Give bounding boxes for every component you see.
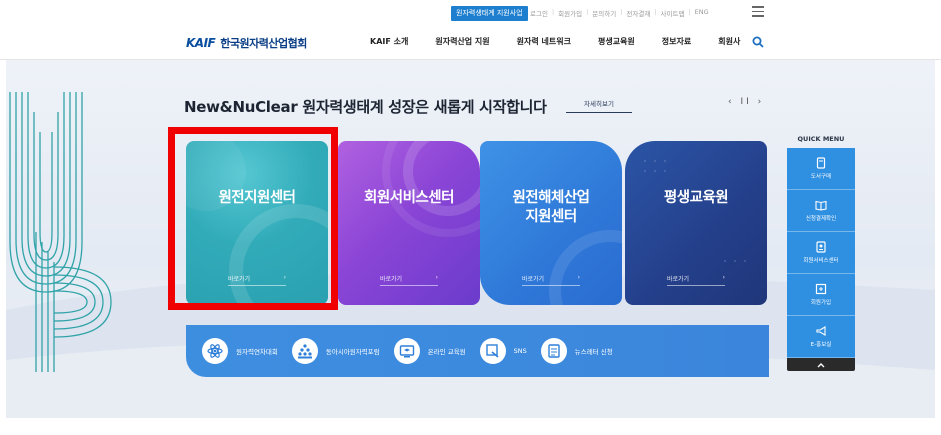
nav-item-about[interactable]: KAIF 소개 [370, 36, 408, 47]
chevron-up-icon [817, 362, 825, 367]
card-lifelong-education[interactable]: 평생교육원 바로가기 › [625, 141, 767, 305]
card-decommissioning-support-center[interactable]: 원전해체산업 지원센터 바로가기 › [480, 141, 622, 305]
card-go-link[interactable]: 바로가기 › [380, 274, 438, 286]
bar-item-annual-conference[interactable]: 원자력연차대회 [202, 338, 278, 364]
login-link[interactable]: 로그인 [530, 8, 548, 18]
bar-item-label: 동아시아원자력포럼 [325, 348, 380, 356]
nav-item-network[interactable]: 원자력 네트워크 [517, 36, 571, 47]
quick-item-member-service[interactable]: 회원서비스센터 [787, 232, 855, 274]
bar-item-label: 뉴스레터 신청 [574, 348, 613, 356]
bar-item-label: SNS [513, 347, 527, 355]
card-member-service-center[interactable]: 회원서비스센터 바로가기 › [338, 141, 480, 305]
quick-menu-title: QUICK MENU [797, 135, 845, 143]
quick-item-signup[interactable]: 회원가입 [787, 274, 855, 316]
card-title: 원전해체산업 지원센터 [512, 190, 590, 225]
hero-headline: New&NuClear 원자력생태계 성장은 새롭게 시작합니다 [184, 98, 547, 116]
bar-item-sns[interactable]: SNS [479, 338, 527, 364]
logo-mark: KAIF [186, 36, 216, 50]
up-letter-graphic [9, 92, 112, 372]
bar-item-online-education[interactable]: 온라인 교육원 [393, 338, 466, 364]
people-icon [291, 338, 318, 364]
slider-pager[interactable]: ‹ II › [728, 97, 764, 107]
bar-item-newsletter[interactable]: 뉴스레터 신청 [540, 338, 613, 364]
utility-bar: 원자력생태계 지원사업 로그인 | 회원가입 | 문의하기 | 전자결재 | 사이트맵 |… [0, 0, 941, 26]
quick-item-label: E-홍보실 [810, 342, 832, 348]
nav-item-education[interactable]: 평생교육원 [598, 36, 635, 47]
support-project-button[interactable]: 원자력생태계 지원사업 [451, 6, 528, 21]
card-go-link[interactable]: 바로가기 › [522, 274, 580, 286]
quick-item-e-pr-room[interactable]: E-홍보실 [787, 316, 855, 358]
megaphone-icon [816, 326, 826, 336]
sitemap-link[interactable]: 사이트맵 [661, 8, 685, 18]
open-book-icon [815, 200, 827, 211]
quick-item-label: 회원가입 [810, 300, 832, 306]
signup-icon [815, 283, 827, 295]
quick-item-label: 도서구매 [810, 174, 832, 180]
quick-item-label: 신청결제확인 [805, 216, 837, 222]
quick-item-label: 회원서비스센터 [803, 258, 839, 264]
card-go-link[interactable]: 바로가기 › [667, 274, 725, 286]
card-title: 회원서비스센터 [364, 190, 454, 206]
search-icon[interactable] [752, 36, 764, 48]
book-icon [816, 157, 826, 169]
newsletter-icon [540, 338, 567, 364]
nav-item-members[interactable]: 회원사 [718, 36, 740, 47]
gnb-menu: KAIF 소개 원자력산업 지원 원자력 네트워크 평생교육원 정보자료 회원사 [370, 36, 767, 47]
utility-links: 로그인 | 회원가입 | 문의하기 | 전자결재 | 사이트맵 | ENG [530, 8, 709, 18]
bar-item-label: 온라인 교육원 [427, 348, 466, 356]
quick-menu: QUICK MENU 도서구매 신청결제확인 회원서비스센터 회원가입 E-홍보… [787, 135, 855, 371]
approval-link[interactable]: 전자결재 [626, 8, 650, 18]
member-card-icon [816, 241, 826, 253]
quick-item-payment-check[interactable]: 신청결제확인 [787, 190, 855, 232]
bar-item-label: 원자력연차대회 [236, 348, 278, 356]
signup-link[interactable]: 회원가입 [558, 8, 582, 18]
quick-item-book-purchase[interactable]: 도서구매 [787, 148, 855, 190]
nav-item-info[interactable]: 정보자료 [662, 36, 691, 47]
atom-icon [202, 338, 228, 364]
scroll-top-button[interactable] [787, 358, 855, 371]
highlight-box [168, 127, 338, 310]
card-title: 평생교육원 [663, 190, 729, 206]
logo[interactable]: KAIF 한국원자력산업협회 [186, 35, 307, 51]
quick-links-bar: 원자력연차대회 동아시아원자력포럼 온라인 교육원 SNS 뉴스레터 신청 [186, 325, 769, 377]
online-education-icon [393, 338, 420, 364]
more-button[interactable]: 자세히보기 [566, 95, 632, 113]
hamburger-menu-icon[interactable] [752, 6, 764, 17]
sns-icon [479, 338, 506, 364]
contact-link[interactable]: 문의하기 [592, 8, 616, 18]
eng-link[interactable]: ENG [695, 8, 709, 18]
logo-text: 한국원자력산업협회 [220, 37, 307, 50]
nav-item-industry-support[interactable]: 원자력산업 지원 [435, 36, 489, 47]
main-navigation: KAIF 한국원자력산업협회 KAIF 소개 원자력산업 지원 원자력 네트워크… [0, 26, 941, 60]
bar-item-east-asia-forum[interactable]: 동아시아원자력포럼 [291, 338, 380, 364]
